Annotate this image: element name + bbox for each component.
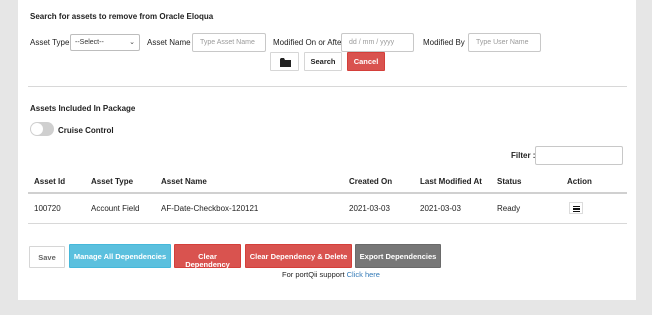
support-line: For portQii support Click here xyxy=(282,270,380,279)
cell-last-modified: 2021-03-03 xyxy=(420,204,461,213)
column-header-status: Status xyxy=(497,177,522,186)
asset-name-input[interactable]: Type Asset Name xyxy=(192,33,266,52)
asset-type-label: Asset Type xyxy=(30,38,70,47)
cell-asset-id: 100720 xyxy=(34,204,61,213)
save-button[interactable]: Save xyxy=(29,246,65,268)
modified-on-date-input[interactable]: dd / mm / yyyy xyxy=(341,33,414,52)
asset-name-label: Asset Name xyxy=(147,38,191,47)
section-divider xyxy=(28,86,627,87)
cell-status: Ready xyxy=(497,204,521,213)
cruise-control-label: Cruise Control xyxy=(58,126,114,135)
column-header-action: Action xyxy=(567,177,592,186)
row-action-menu-button[interactable] xyxy=(569,202,583,214)
support-link[interactable]: Click here xyxy=(347,270,380,279)
chevron-down-icon: ⌄ xyxy=(129,39,135,46)
folder-button[interactable] xyxy=(270,52,299,71)
asset-type-select[interactable]: --Select-- ⌄ xyxy=(70,34,140,51)
cell-created-on: 2021-03-03 xyxy=(349,204,390,213)
cell-asset-type: Account Field xyxy=(91,204,140,213)
search-button[interactable]: Search xyxy=(304,52,342,71)
column-header-asset-type: Asset Type xyxy=(91,177,134,186)
clear-dependency-delete-button[interactable]: Clear Dependency & Delete xyxy=(245,244,352,268)
folder-icon xyxy=(280,58,291,67)
modified-on-label: Modified On or After xyxy=(273,38,345,47)
modified-by-label: Modified By xyxy=(423,38,465,47)
asset-type-value: --Select-- xyxy=(75,39,104,46)
table-row: 100720 Account Field AF-Date-Checkbox-12… xyxy=(28,193,627,223)
filter-input[interactable] xyxy=(535,146,623,165)
toggle-knob xyxy=(31,123,43,135)
filter-label: Filter : xyxy=(511,151,536,160)
export-dependencies-button[interactable]: Export Dependencies xyxy=(355,244,441,268)
search-section-title: Search for assets to remove from Oracle … xyxy=(30,12,214,21)
clear-dependency-button[interactable]: Clear Dependency xyxy=(174,244,241,268)
column-header-asset-name: Asset Name xyxy=(161,177,207,186)
cell-asset-name: AF-Date-Checkbox-120121 xyxy=(161,204,259,213)
cruise-control-toggle[interactable] xyxy=(30,122,54,136)
column-header-last-modified: Last Modified At xyxy=(420,177,482,186)
column-header-asset-id: Asset Id xyxy=(34,177,66,186)
manage-all-dependencies-button[interactable]: Manage All Dependencies xyxy=(69,244,171,268)
column-header-created-on: Created On xyxy=(349,177,393,186)
support-text: For portQii support xyxy=(282,270,345,279)
cancel-button[interactable]: Cancel xyxy=(347,52,385,71)
modified-by-input[interactable]: Type User Name xyxy=(468,33,541,52)
main-panel: Search for assets to remove from Oracle … xyxy=(18,0,636,300)
package-section-title: Assets Included In Package xyxy=(30,104,136,113)
table-bottom-divider xyxy=(28,223,627,224)
